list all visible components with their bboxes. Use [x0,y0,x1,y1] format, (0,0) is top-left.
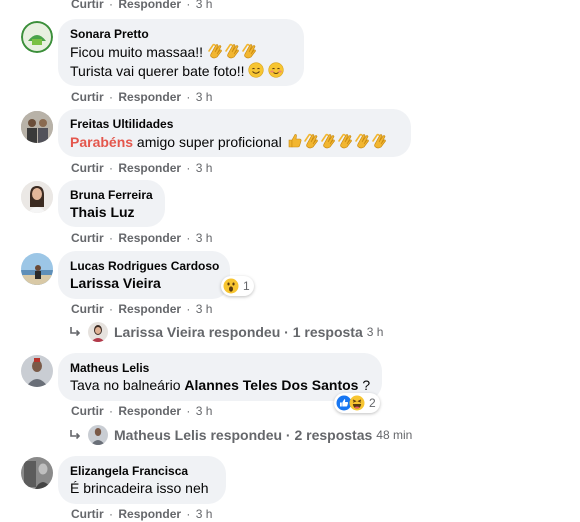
comment-actions: Curtir · Responder · 3 h [71,507,213,521]
avatar-matheus[interactable] [21,355,53,387]
smiling-face-icon [268,62,285,78]
comment-time[interactable]: 3 h [196,90,213,104]
tagged-user-link[interactable]: Alannes Teles Dos Santos [184,377,358,393]
like-link[interactable]: Curtir [71,90,104,104]
comment-author[interactable]: Freitas Ultilidades [70,116,399,132]
reply-link[interactable]: Responder [118,161,181,175]
comment-time[interactable]: 3 h [196,0,213,11]
comment-bubble-elizangela: Elizangela Francisca É brincadeira isso … [58,456,226,504]
comment-text-line2: Turista vai querer bate foto!! [70,62,292,81]
comment-text-line1: Ficou muito massaa!! [70,42,292,62]
like-link[interactable]: Curtir [71,161,104,175]
comment-actions: Curtir · Responder · 3 h [71,161,213,175]
like-link[interactable]: Curtir [71,302,104,316]
replier-avatar [88,322,108,342]
haha-reaction-icon [349,395,365,411]
wow-reaction-icon [223,278,239,294]
reply-link[interactable]: Responder [118,507,181,521]
comment-author[interactable]: Matheus Lelis [70,360,370,376]
tagged-user-link[interactable]: Thais Luz [70,204,135,220]
comment-bubble-bruna: Bruna Ferreira Thais Luz [58,180,165,227]
like-link[interactable]: Curtir [71,231,104,245]
thumbs-up-and-clapping-icons [288,133,386,149]
reaction-count: 2 [369,396,376,410]
like-link[interactable]: Curtir [71,0,104,11]
avatar-bruna[interactable] [21,181,53,213]
like-link[interactable]: Curtir [71,507,104,521]
replier-avatar [88,425,108,445]
comment-author[interactable]: Elizangela Francisca [70,463,214,479]
comment-time[interactable]: 3 h [196,161,213,175]
highlighted-word: Parabéns [70,134,134,150]
comment-bubble-lucas: Lucas Rodrigues Cardoso Larissa Vieira [58,251,230,299]
comment-bubble-sonara: Sonara Pretto Ficou muito massaa!! Turis… [58,19,304,86]
reaction-summary[interactable]: 2 [334,393,380,413]
like-link[interactable]: Curtir [71,404,104,418]
avatar-elizangela[interactable] [21,457,53,489]
comment-author[interactable]: Sonara Pretto [70,26,292,42]
view-replies-link[interactable]: Matheus Lelis respondeu · 2 respostas 48… [68,425,412,445]
tagged-user-link[interactable]: Larissa Vieira [70,275,161,291]
comment-time[interactable]: 3 h [196,302,213,316]
reply-link[interactable]: Responder [118,0,181,11]
comment-actions-top: Curtir · Responder · 3 h [71,0,212,12]
reply-link[interactable]: Responder [118,90,181,104]
avatar-freitas[interactable] [21,111,53,143]
comment-actions: Curtir · Responder · 3 h [71,90,213,104]
comment-author[interactable]: Lucas Rodrigues Cardoso [70,258,219,274]
reply-link[interactable]: Responder [118,404,181,418]
clapping-hands-icon [208,43,257,59]
comment-time[interactable]: 3 h [196,507,213,521]
comment-time[interactable]: 3 h [196,404,213,418]
comment-bubble-matheus: Matheus Lelis Tava no balneário Alannes … [58,353,382,401]
comment-text: Thais Luz [70,203,153,222]
comment-time[interactable]: 3 h [196,231,213,245]
comment-text: É brincadeira isso neh [70,480,209,496]
reaction-count: 1 [243,279,250,293]
reply-arrow-icon [70,327,81,337]
comment-text: Tava no balneário Alannes Teles Dos Sant… [70,377,371,393]
reply-link[interactable]: Responder [118,231,181,245]
comment-text: Larissa Vieira [70,274,218,293]
comment-actions: Curtir · Responder · 3 h [71,404,213,418]
reply-link[interactable]: Responder [118,302,181,316]
reaction-summary[interactable]: 1 [221,276,254,296]
grinning-face-icon [248,62,265,78]
comment-author[interactable]: Bruna Ferreira [70,187,153,203]
avatar-lucas[interactable] [21,253,53,285]
comment-bubble-freitas: Freitas Ultilidades Parabéns amigo super… [58,109,411,157]
avatar-sonara[interactable] [21,21,53,53]
reply-arrow-icon [70,430,81,440]
comment-text: Parabéns amigo super proficional [70,132,399,152]
view-replies-link[interactable]: Larissa Vieira respondeu · 1 resposta 3 … [68,322,383,342]
comment-actions: Curtir · Responder · 3 h [71,302,213,316]
comment-actions: Curtir · Responder · 3 h [71,231,213,245]
